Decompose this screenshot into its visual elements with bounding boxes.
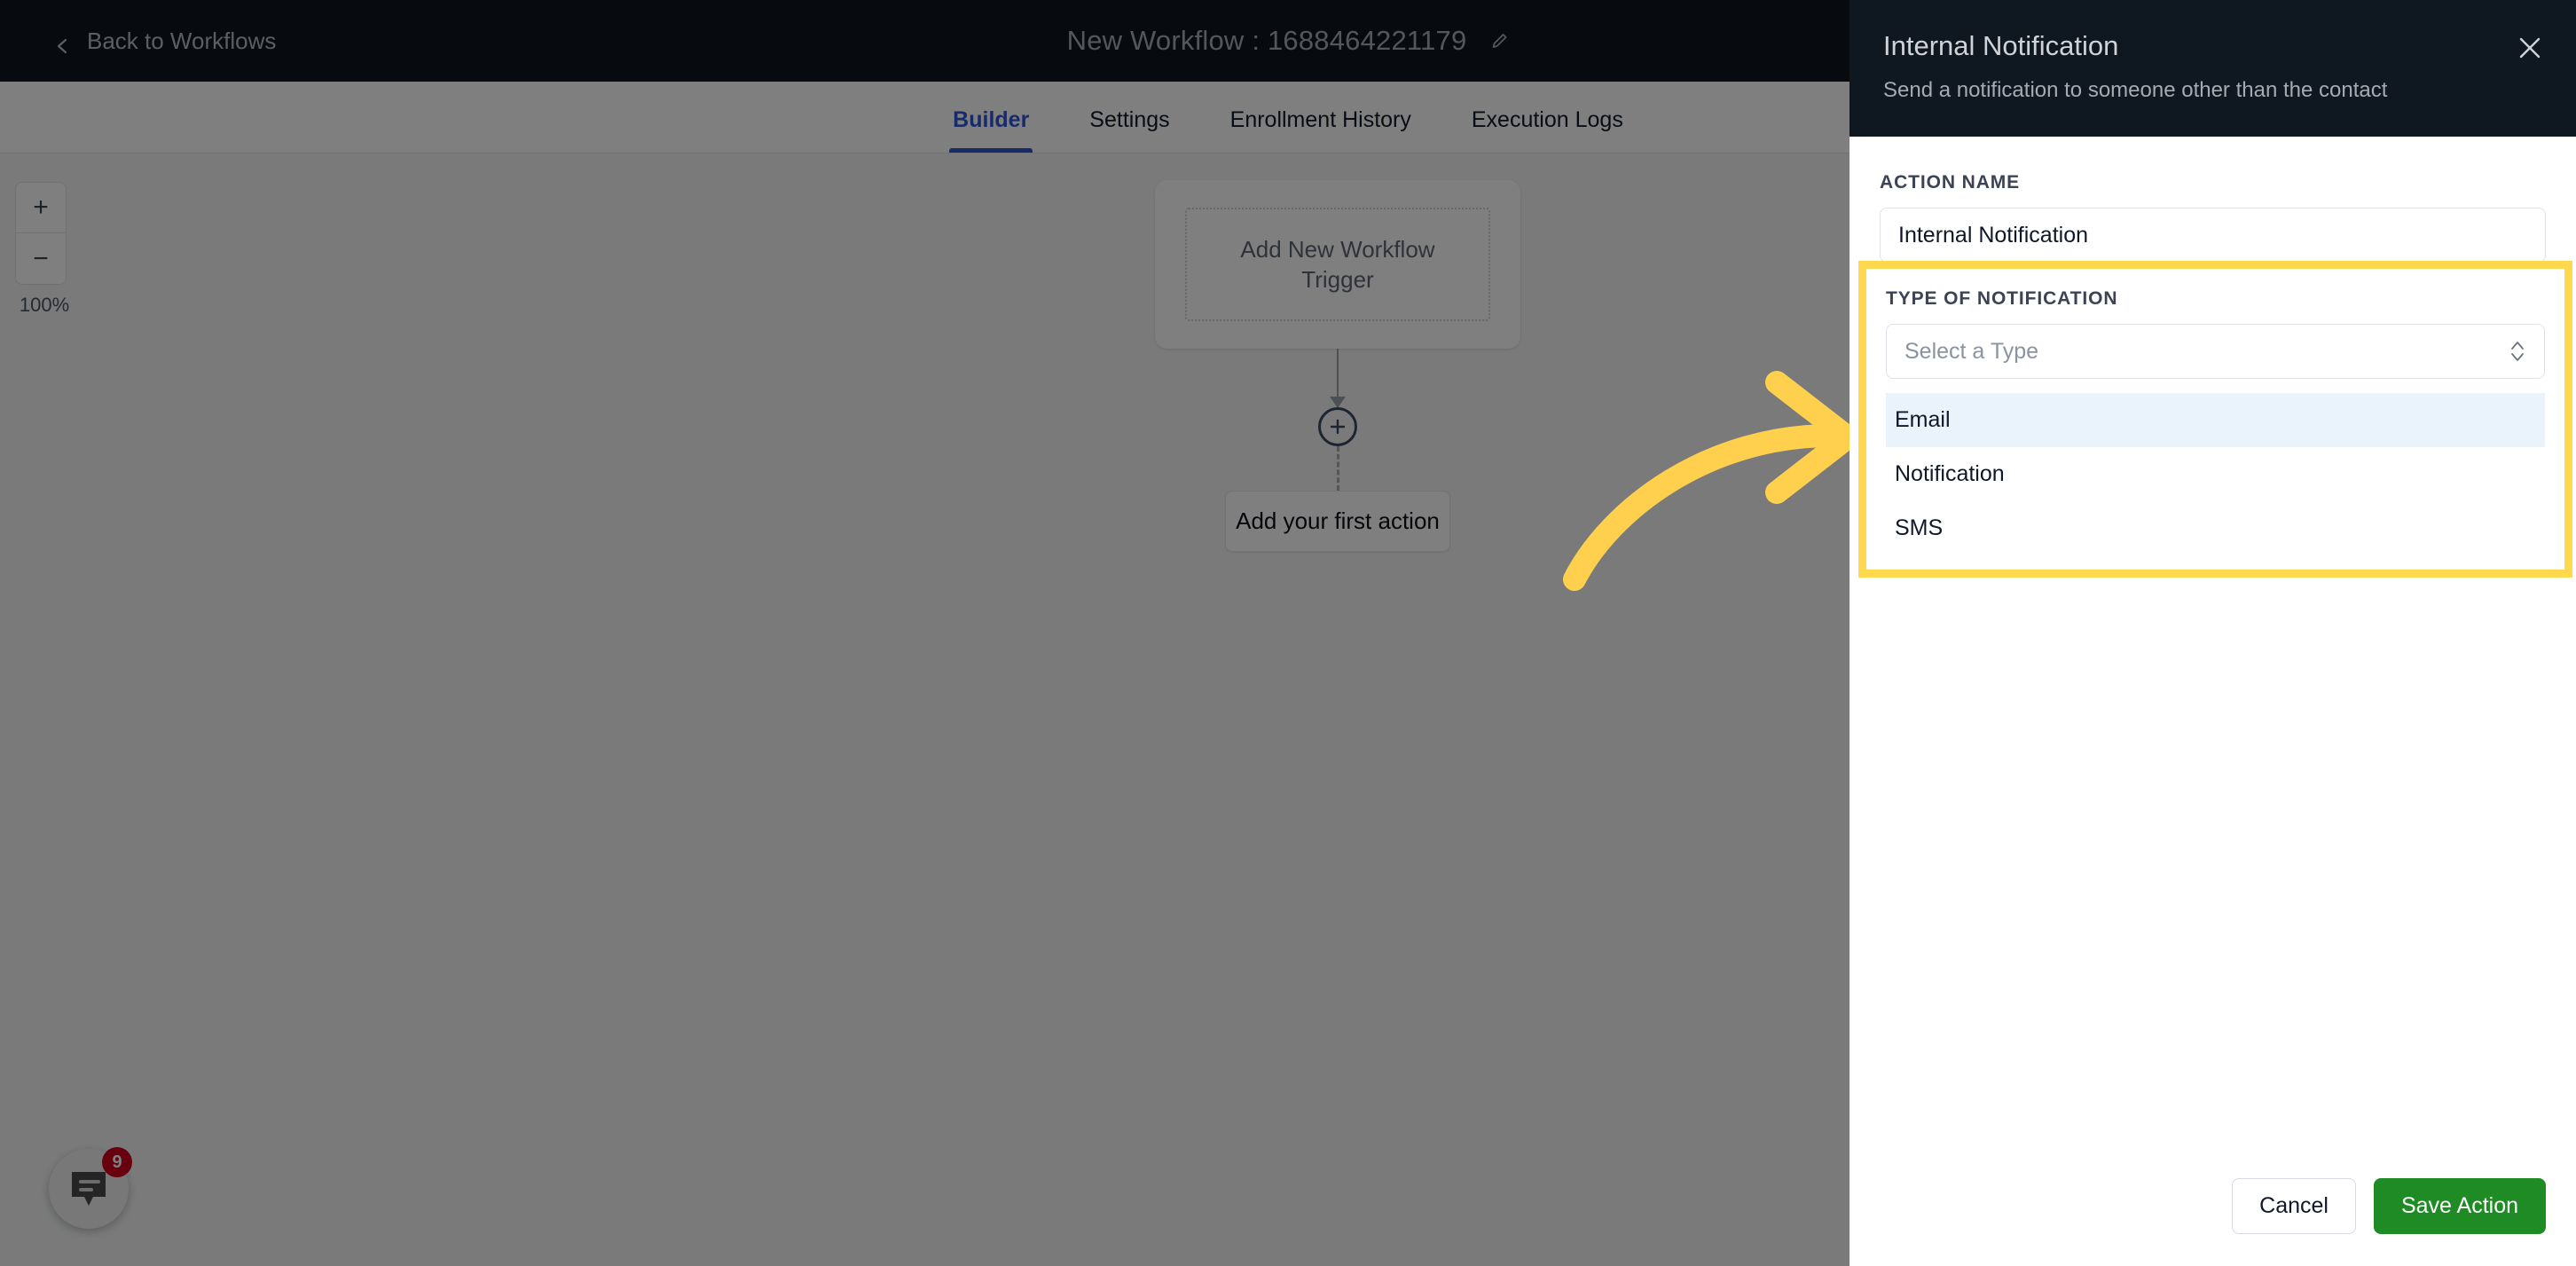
connector-line-dashed <box>1336 446 1339 491</box>
panel-footer: Cancel Save Action <box>1850 1178 2576 1266</box>
notification-type-label: TYPE OF NOTIFICATION <box>1886 288 2118 309</box>
close-icon[interactable] <box>2516 34 2544 62</box>
action-name-label: ACTION NAME <box>1880 172 2021 193</box>
option-sms[interactable]: SMS <box>1886 501 2545 555</box>
notification-type-select[interactable]: Select a Type <box>1886 324 2545 379</box>
panel-header: Internal Notification Send a notificatio… <box>1850 0 2576 137</box>
action-name-field-group: ACTION NAME <box>1880 172 2546 263</box>
chevron-up-down-icon <box>2509 338 2526 365</box>
internal-notification-panel: Internal Notification Send a notificatio… <box>1850 0 2576 1266</box>
workflow-flow: Add New Workflow Trigger Add your first … <box>1151 180 1524 552</box>
zoom-in-button[interactable]: + <box>15 182 67 233</box>
connector-line-top <box>1337 349 1339 407</box>
back-to-workflows-link[interactable]: Back to Workflows <box>55 0 276 82</box>
panel-body: ACTION NAME TYPE OF NOTIFICATION Select … <box>1850 137 2576 1178</box>
panel-subtitle: Send a notification to someone other tha… <box>1883 78 2388 102</box>
option-email[interactable]: Email <box>1886 393 2545 447</box>
notification-type-placeholder: Select a Type <box>1905 338 2039 364</box>
panel-title: Internal Notification <box>1883 30 2119 61</box>
plus-circle-icon[interactable] <box>1318 407 1357 446</box>
pencil-icon[interactable] <box>1489 31 1509 51</box>
page-title: New Workflow : 1688464221179 <box>1066 25 1467 56</box>
back-to-workflows-label: Back to Workflows <box>87 27 277 54</box>
tab-builder[interactable]: Builder <box>949 107 1033 153</box>
option-notification[interactable]: Notification <box>1886 447 2545 501</box>
zoom-out-button[interactable]: − <box>15 233 67 285</box>
action-name-input[interactable] <box>1880 208 2546 263</box>
add-first-action-button[interactable]: Add your first action <box>1225 491 1450 552</box>
cancel-button[interactable]: Cancel <box>2232 1178 2356 1234</box>
zoom-level-label: 100% <box>19 294 70 316</box>
workflow-builder-page: Back to Workflows New Workflow : 1688464… <box>0 0 2576 1266</box>
save-action-button[interactable]: Save Action <box>2373 1178 2546 1234</box>
workflow-title-group: New Workflow : 1688464221179 <box>1067 0 1510 82</box>
chevron-left-icon <box>55 33 71 54</box>
chat-widget[interactable]: 9 <box>49 1147 132 1229</box>
tab-execution-logs[interactable]: Execution Logs <box>1468 107 1627 153</box>
chat-unread-badge: 9 <box>102 1147 132 1177</box>
tab-settings[interactable]: Settings <box>1086 107 1173 153</box>
zoom-controls: + − 100% <box>15 182 74 317</box>
notification-type-option-list: Email Notification SMS <box>1886 393 2545 555</box>
tab-enrollment-history[interactable]: Enrollment History <box>1227 107 1415 153</box>
notification-type-highlight: TYPE OF NOTIFICATION Select a Type Email… <box>1858 261 2572 578</box>
workflow-trigger-card[interactable]: Add New Workflow Trigger <box>1155 180 1520 349</box>
add-workflow-trigger-label[interactable]: Add New Workflow Trigger <box>1185 208 1490 321</box>
